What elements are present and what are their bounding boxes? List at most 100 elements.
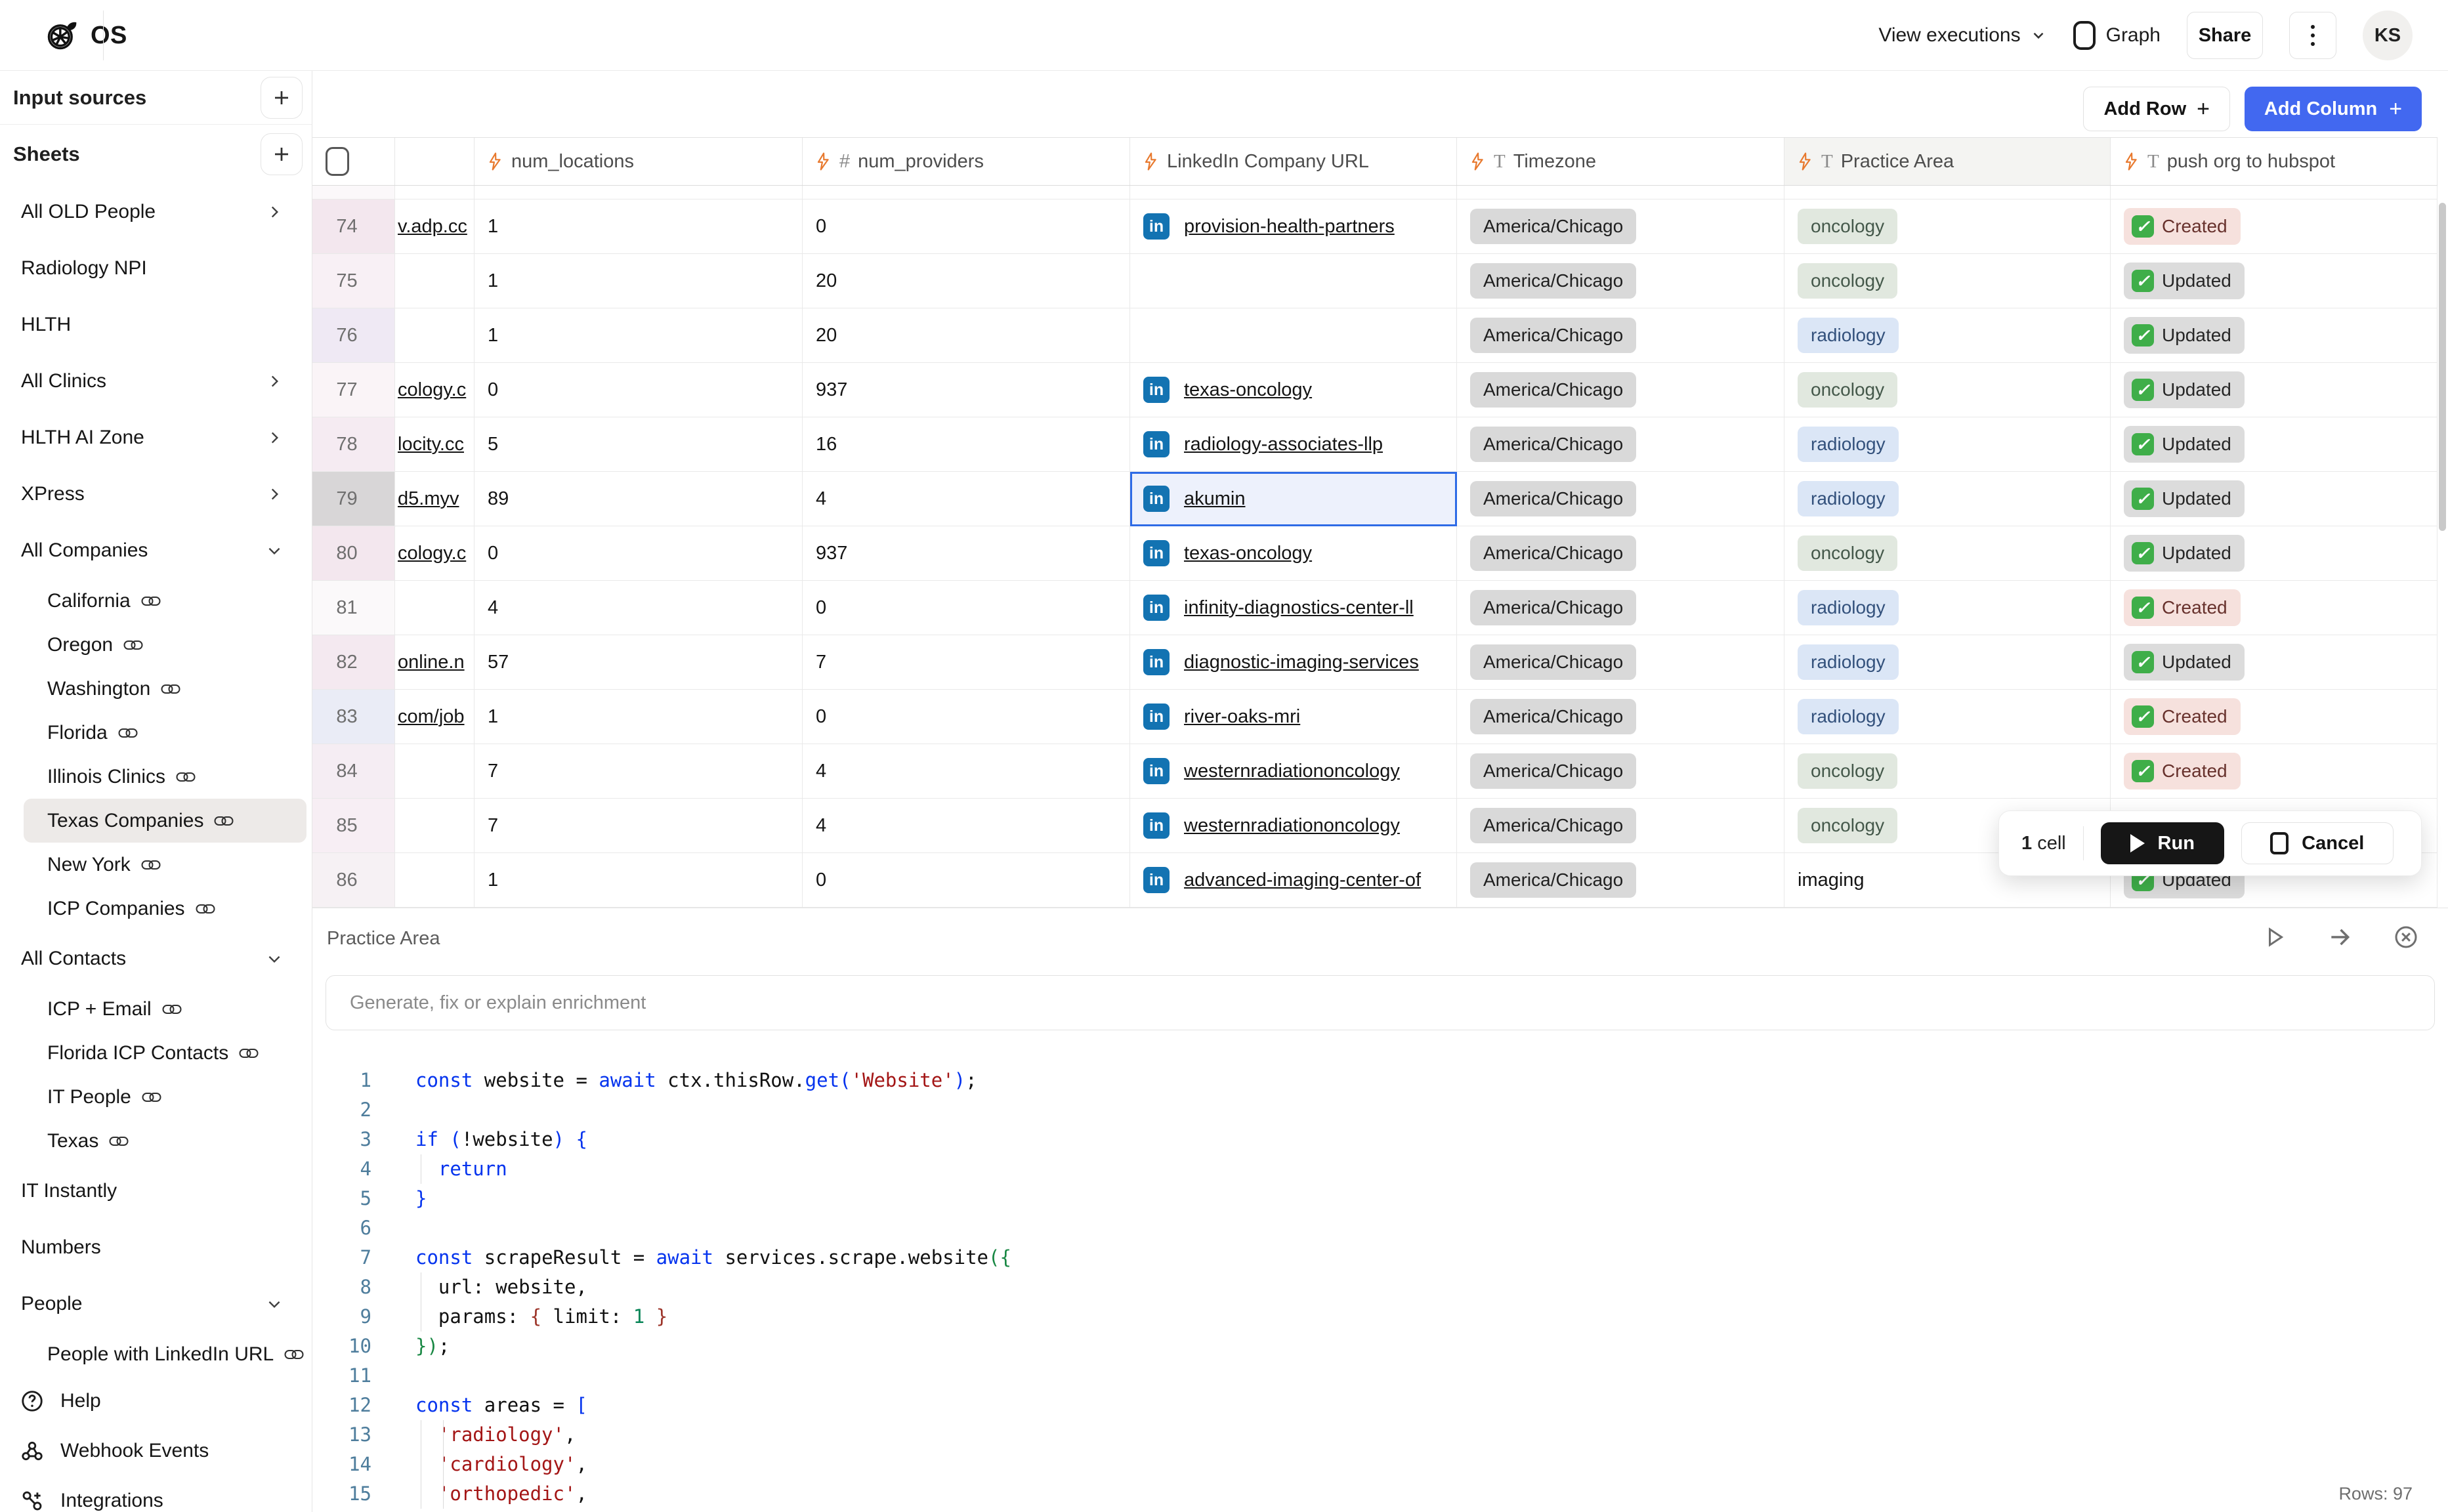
timezone-cell[interactable]: America/Chicago [1457, 254, 1784, 308]
sidebar-item-help[interactable]: Help [0, 1376, 312, 1426]
push-hubspot-cell[interactable]: ✓Updated [2111, 417, 2437, 472]
timezone-cell[interactable]: America/Chicago [1457, 472, 1784, 526]
sidebar-item-washington[interactable]: Washington [0, 667, 312, 711]
row-number[interactable]: 85 [312, 799, 395, 853]
linkedin-cell[interactable]: indiagnostic-imaging-services [1130, 635, 1457, 690]
sidebar-item-all-companies[interactable]: All Companies [0, 522, 312, 579]
code-line[interactable]: 10}); [326, 1332, 2448, 1361]
linkedin-link[interactable]: texas-oncology [1184, 379, 1312, 401]
num-locations-cell[interactable]: 5 [475, 417, 803, 472]
sidebar-item-oregon[interactable]: Oregon [0, 623, 312, 667]
timezone-cell[interactable]: America/Chicago [1457, 363, 1784, 417]
website-cell[interactable]: cology.c [395, 363, 475, 417]
linkedin-cell[interactable]: inadvanced-imaging-center-of [1130, 853, 1457, 908]
column-header-timezone[interactable]: TTimezone [1457, 138, 1784, 185]
linkedin-link[interactable]: infinity-diagnostics-center-ll [1184, 597, 1414, 619]
sidebar-item-it-instantly[interactable]: IT Instantly [0, 1163, 312, 1219]
num-providers-cell[interactable]: 7 [803, 635, 1130, 690]
website-cell[interactable]: cology.c [395, 526, 475, 581]
website-cell[interactable] [395, 581, 475, 635]
row-number[interactable]: 76 [312, 308, 395, 363]
sidebar-item-florida-icp-contacts[interactable]: Florida ICP Contacts [0, 1031, 312, 1075]
code-line[interactable]: 2 [326, 1095, 2448, 1125]
timezone-cell[interactable]: America/Chicago [1457, 744, 1784, 799]
column-header-num_locations[interactable]: num_locations [475, 138, 803, 185]
ai-prompt-input[interactable] [326, 975, 2435, 1030]
sidebar-item-all-clinics[interactable]: All Clinics [0, 353, 312, 410]
linkedin-cell[interactable]: intexas-oncology [1130, 526, 1457, 581]
website-cell[interactable]: locity.cc [395, 417, 475, 472]
cancel-button[interactable]: Cancel [2241, 822, 2394, 864]
code-line[interactable]: 8 url: website, [326, 1272, 2448, 1302]
row-number[interactable]: 86 [312, 853, 395, 908]
num-providers-cell[interactable]: 4 [803, 799, 1130, 853]
sidebar-item-illinois-clinics[interactable]: Illinois Clinics [0, 755, 312, 799]
graph-toggle[interactable]: Graph [2073, 21, 2161, 50]
num-locations-cell[interactable]: 1 [475, 254, 803, 308]
sidebar-item-texas-companies[interactable]: Texas Companies [24, 799, 306, 843]
column-header-linkedin[interactable]: LinkedIn Company URL [1130, 138, 1457, 185]
linkedin-cell[interactable] [1130, 308, 1457, 363]
linkedin-cell[interactable]: inakumin [1130, 472, 1457, 526]
code-line[interactable]: 11 [326, 1361, 2448, 1391]
code-line[interactable]: 1const website = await ctx.thisRow.get('… [326, 1066, 2448, 1095]
row-number[interactable]: 77 [312, 363, 395, 417]
close-circle-icon[interactable] [2393, 924, 2419, 950]
column-header-push[interactable]: Tpush org to hubspot [2111, 138, 2437, 185]
row-number[interactable]: 83 [312, 690, 395, 744]
linkedin-cell[interactable]: inwesternradiationoncology [1130, 744, 1457, 799]
num-locations-cell[interactable]: 4 [475, 581, 803, 635]
sidebar-item-it-people[interactable]: IT People [0, 1075, 312, 1119]
linkedin-link[interactable]: radiology-associates-llp [1184, 434, 1383, 455]
linkedin-link[interactable]: river-oaks-mri [1184, 706, 1300, 728]
num-locations-cell[interactable]: 57 [475, 635, 803, 690]
vertical-scrollbar[interactable] [2439, 203, 2446, 531]
website-cell[interactable]: d5.myv [395, 472, 475, 526]
push-hubspot-cell[interactable]: ✓Created [2111, 581, 2437, 635]
website-cell[interactable]: online.n [395, 635, 475, 690]
timezone-cell[interactable]: America/Chicago [1457, 581, 1784, 635]
linkedin-cell[interactable]: inprovision-health-partners [1130, 200, 1457, 254]
num-locations-cell[interactable]: 7 [475, 799, 803, 853]
num-locations-cell[interactable]: 1 [475, 200, 803, 254]
add-row-button[interactable]: Add Row + [2083, 87, 2230, 131]
row-number[interactable]: 80 [312, 526, 395, 581]
run-enrichment-icon[interactable] [2263, 925, 2287, 949]
sidebar-item-webhook-events[interactable]: Webhook Events [0, 1426, 312, 1476]
num-providers-cell[interactable]: 0 [803, 581, 1130, 635]
num-providers-cell[interactable]: 20 [803, 254, 1130, 308]
website-cell[interactable] [395, 744, 475, 799]
timezone-cell[interactable]: America/Chicago [1457, 526, 1784, 581]
sidebar-item-xpress[interactable]: XPress [0, 466, 312, 522]
website-cell[interactable] [395, 254, 475, 308]
practice-area-cell[interactable]: radiology [1784, 581, 2111, 635]
sidebar-item-icp-companies[interactable]: ICP Companies [0, 887, 312, 931]
column-header-practice[interactable]: TPractice Area [1784, 138, 2111, 185]
linkedin-link[interactable]: westernradiationoncology [1184, 815, 1400, 837]
sidebar-item-integrations[interactable]: Integrations [0, 1476, 312, 1512]
num-locations-cell[interactable]: 89 [475, 472, 803, 526]
code-line[interactable]: 13 'radiology', [326, 1420, 2448, 1450]
push-hubspot-cell[interactable]: ✓Updated [2111, 308, 2437, 363]
timezone-cell[interactable]: America/Chicago [1457, 200, 1784, 254]
practice-area-cell[interactable]: oncology [1784, 744, 2111, 799]
linkedin-link[interactable]: westernradiationoncology [1184, 761, 1400, 782]
push-hubspot-cell[interactable]: ✓Created [2111, 744, 2437, 799]
practice-area-cell[interactable]: radiology [1784, 690, 2111, 744]
code-line[interactable]: 9 params: { limit: 1 } [326, 1302, 2448, 1332]
row-number[interactable]: 74 [312, 200, 395, 254]
linkedin-link[interactable]: advanced-imaging-center-of [1184, 870, 1421, 891]
select-all-checkbox[interactable] [326, 147, 349, 176]
push-hubspot-cell[interactable]: ✓Updated [2111, 363, 2437, 417]
code-line[interactable]: 3if (!website) { [326, 1125, 2448, 1154]
timezone-cell[interactable]: America/Chicago [1457, 417, 1784, 472]
linkedin-cell[interactable]: inwesternradiationoncology [1130, 799, 1457, 853]
row-number[interactable]: 81 [312, 581, 395, 635]
push-hubspot-cell[interactable]: ✓Updated [2111, 526, 2437, 581]
linkedin-link[interactable]: provision-health-partners [1184, 216, 1395, 238]
sidebar-item-numbers[interactable]: Numbers [0, 1219, 312, 1276]
linkedin-cell[interactable]: inriver-oaks-mri [1130, 690, 1457, 744]
num-locations-cell[interactable]: 1 [475, 690, 803, 744]
sidebar-item-new-york[interactable]: New York [0, 843, 312, 887]
code-line[interactable]: 5} [326, 1184, 2448, 1213]
